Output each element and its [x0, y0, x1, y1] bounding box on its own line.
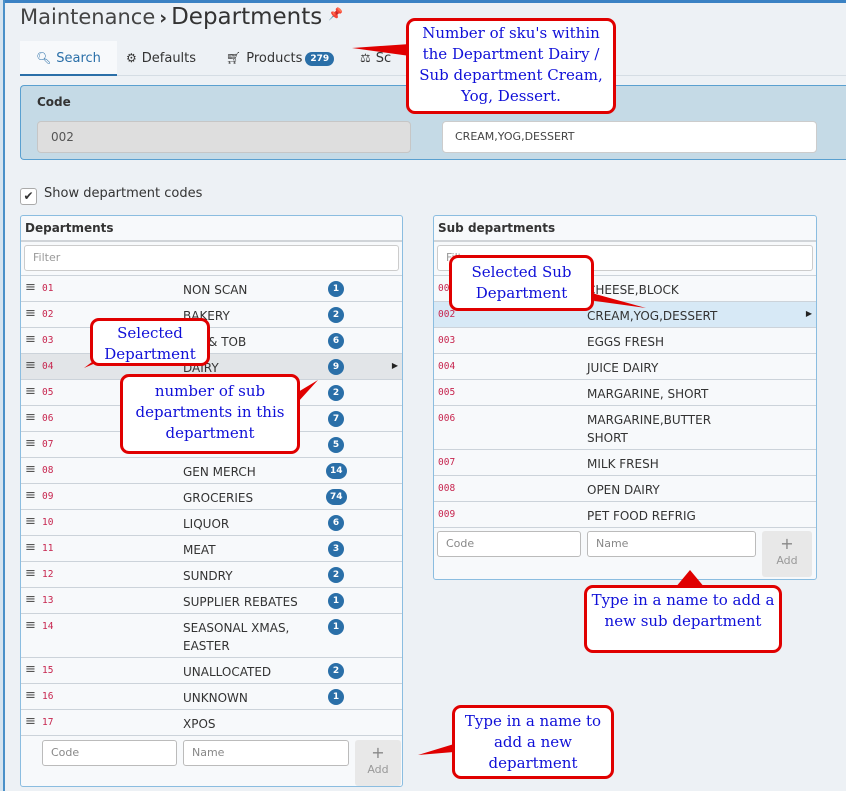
callout-sku-count: Number of sku's within the Department Da…: [406, 18, 616, 114]
callout-selected-department: Selected Department: [90, 318, 210, 366]
callout-add-sub-department: Type in a name to add a new sub departme…: [584, 585, 782, 653]
callout-sub-department-count: number of sub departments in this depart…: [120, 374, 300, 454]
callout-add-department: Type in a name to add a new department: [452, 705, 614, 779]
sub-count-pointer: [298, 380, 318, 402]
callout-selected-sub-department: Selected Sub Department: [449, 255, 594, 311]
add-dept-pointer: [418, 744, 454, 755]
selected-sub-pointer: [588, 292, 646, 308]
sku-callout-pointer: [352, 44, 410, 56]
